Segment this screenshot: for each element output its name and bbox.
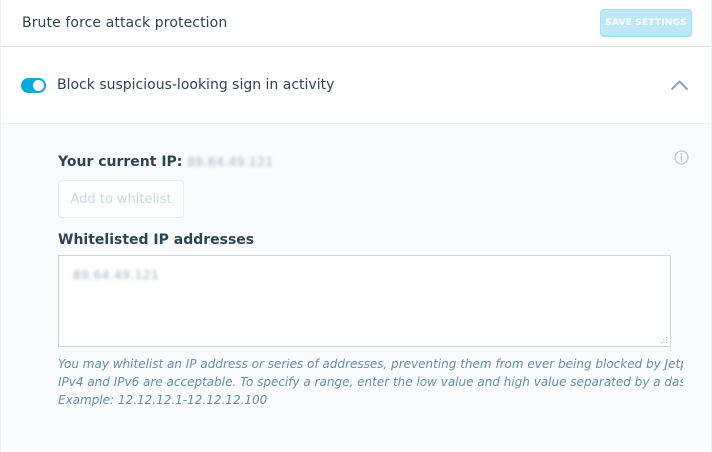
whitelisted-ip-value: 89.64.49.121 — [73, 268, 160, 282]
resize-grip-icon-svg — [660, 336, 668, 344]
current-ip-line: Your current IP: 89.64.49.121 — [58, 153, 669, 171]
protection-toggle-row[interactable]: Block suspicious-looking sign in activit… — [1, 47, 711, 124]
chevron-up-icon[interactable] — [668, 74, 690, 96]
toggle-knob — [33, 79, 44, 91]
expanded-settings-panel: Your current IP: 89.64.49.121 Add to whi… — [1, 124, 711, 449]
help-line-1: You may whitelist an IP address or serie… — [58, 357, 683, 371]
protection-toggle-label: Block suspicious-looking sign in activit… — [57, 77, 335, 93]
resize-grip-icon[interactable] — [660, 336, 668, 344]
save-settings-button[interactable]: SAVE SETTINGS — [600, 9, 692, 37]
info-icon[interactable] — [673, 149, 690, 166]
help-line-2: IPv4 and IPv6 are acceptable. To specify… — [58, 375, 683, 389]
help-line-3: Example: 12.12.12.1-12.12.12.100 — [58, 393, 268, 407]
current-ip-label: Your current IP: — [58, 154, 183, 170]
whitelist-help-text: You may whitelist an IP address or serie… — [58, 355, 683, 409]
card-header: Brute force attack protection SAVE SETTI… — [1, 0, 711, 47]
brute-force-protection-card: Brute force attack protection SAVE SETTI… — [0, 0, 712, 452]
whitelisted-ip-textarea[interactable]: 89.64.49.121 — [58, 255, 671, 347]
current-ip-value: 89.64.49.121 — [187, 155, 274, 169]
add-to-whitelist-button[interactable]: Add to whitelist — [58, 180, 184, 218]
info-icon-svg — [674, 150, 689, 165]
chevron-up-icon-svg — [670, 80, 688, 90]
card-title: Brute force attack protection — [22, 15, 228, 31]
whitelisted-ip-label: Whitelisted IP addresses — [58, 232, 255, 248]
protection-toggle[interactable] — [21, 77, 46, 93]
